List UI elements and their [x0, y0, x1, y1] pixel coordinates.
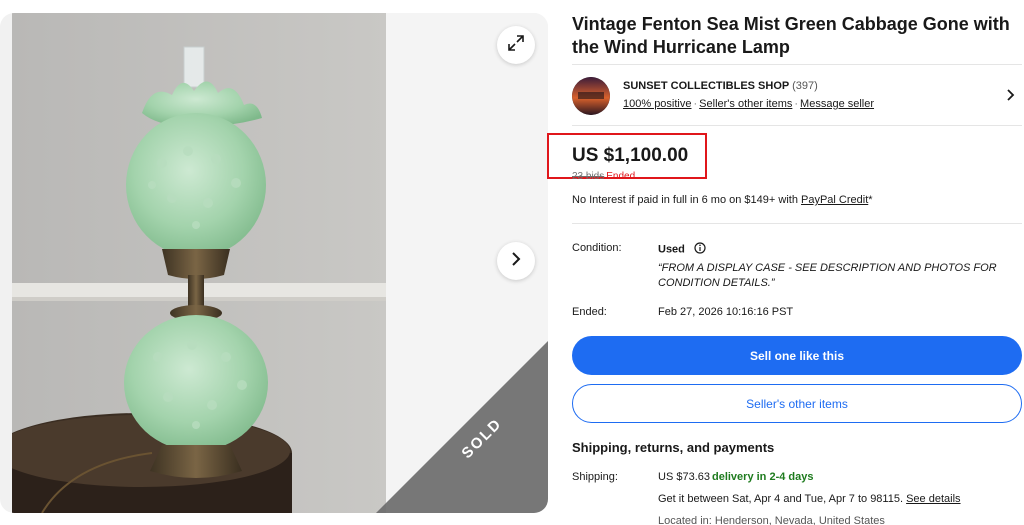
product-photo[interactable]: [12, 13, 386, 513]
item-location: Located in: Henderson, Nevada, United St…: [658, 515, 885, 525]
divider: [572, 125, 1022, 126]
seller-positive-link[interactable]: 100% positive: [623, 98, 692, 110]
delivery-estimate: delivery in 2-4 days: [711, 471, 814, 483]
next-image-button[interactable]: [497, 242, 535, 280]
paypal-credit-link[interactable]: PayPal Credit: [801, 194, 868, 206]
seller-other-items-link[interactable]: Seller's other items: [699, 98, 792, 110]
seller-chevron-icon[interactable]: [1006, 88, 1016, 107]
shipping-heading: Shipping, returns, and payments: [572, 440, 775, 455]
divider: [572, 64, 1022, 65]
ended-value: Feb 27, 2026 10:16:16 PST: [658, 306, 794, 318]
chevron-right-icon: [509, 251, 523, 272]
info-icon[interactable]: [694, 242, 706, 257]
shipping-cost: US $73.63 delivery in 2-4 days: [658, 471, 814, 483]
sellers-other-items-button[interactable]: Seller's other items: [572, 384, 1022, 423]
sell-one-like-this-button[interactable]: Sell one like this: [572, 336, 1022, 375]
delivery-window: Get it between Sat, Apr 4 and Tue, Apr 7…: [658, 493, 961, 505]
item-title: Vintage Fenton Sea Mist Green Cabbage Go…: [572, 14, 1010, 57]
condition-value: Used: [658, 242, 706, 257]
condition-label: Condition:: [572, 242, 622, 254]
bid-count[interactable]: 23 bids: [572, 171, 604, 182]
condition-description: “FROM A DISPLAY CASE - SEE DESCRIPTION A…: [658, 262, 997, 289]
shipping-label: Shipping:: [572, 471, 618, 483]
seller-avatar[interactable]: [572, 77, 610, 115]
message-seller-link[interactable]: Message seller: [800, 98, 874, 110]
seller-card[interactable]: SUNSET COLLECTIBLES SHOP (397) 100% posi…: [572, 77, 1022, 117]
bids-status: 23 bids Ended: [572, 171, 635, 182]
image-gallery[interactable]: SOLD: [0, 13, 548, 513]
item-price: US $1,100.00: [572, 145, 689, 166]
ended-label: Ended:: [572, 306, 607, 318]
see-details-link[interactable]: See details: [906, 493, 960, 505]
expand-icon: [507, 34, 525, 57]
auction-status: Ended: [606, 171, 636, 182]
expand-image-button[interactable]: [497, 26, 535, 64]
seller-links: 100% positive · Seller's other items · Messa…: [623, 98, 875, 110]
divider: [572, 223, 1022, 224]
seller-name[interactable]: SUNSET COLLECTIBLES SHOP (397): [623, 80, 818, 92]
paypal-credit-offer: No Interest if paid in full in 6 mo on $…: [572, 194, 873, 206]
seller-feedback-count: (397): [792, 80, 818, 92]
